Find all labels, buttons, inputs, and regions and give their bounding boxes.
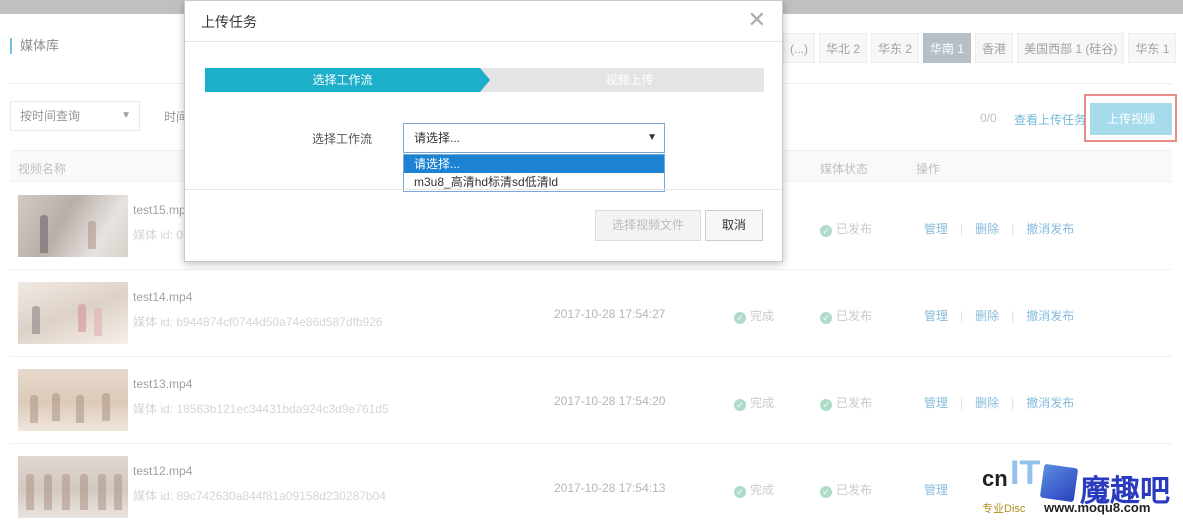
site-watermark: IT cn 魔趣吧 专业Disc www.moqu8.com (982, 452, 1182, 522)
cancel-button[interactable]: 取消 (705, 210, 763, 241)
step-progress: 选择工作流 视频上传 (205, 68, 764, 92)
upload-task-dialog: 上传任务 ✕ 选择工作流 视频上传 选择工作流 请选择... ▼ 请选择... … (184, 0, 783, 262)
watermark-sub: 专业Disc (982, 503, 1026, 515)
workflow-select-value: 请选择... (414, 131, 461, 145)
step-video-upload: 视频上传 (605, 73, 654, 87)
watermark-it: IT (1010, 454, 1041, 492)
workflow-option-placeholder[interactable]: 请选择... (404, 155, 664, 173)
dialog-title: 上传任务 (201, 14, 257, 30)
choose-video-file-button[interactable]: 选择视频文件 (595, 210, 701, 241)
dialog-divider (185, 41, 782, 42)
step-arrow-icon (480, 68, 490, 92)
step-select-workflow: 选择工作流 (205, 68, 480, 92)
workflow-select[interactable]: 请选择... ▼ (403, 123, 665, 153)
close-icon[interactable]: ✕ (748, 7, 766, 33)
chevron-down-icon: ▼ (647, 132, 657, 143)
dialog-footer-divider (185, 189, 782, 190)
watermark-url: www.moqu8.com (1044, 500, 1151, 515)
cube-logo-icon (1039, 463, 1079, 503)
workflow-label: 选择工作流 (312, 132, 373, 146)
workflow-dropdown: 请选择... m3u8_高清hd标清sd低清ld (403, 154, 665, 192)
watermark-cn: cn (982, 466, 1008, 491)
